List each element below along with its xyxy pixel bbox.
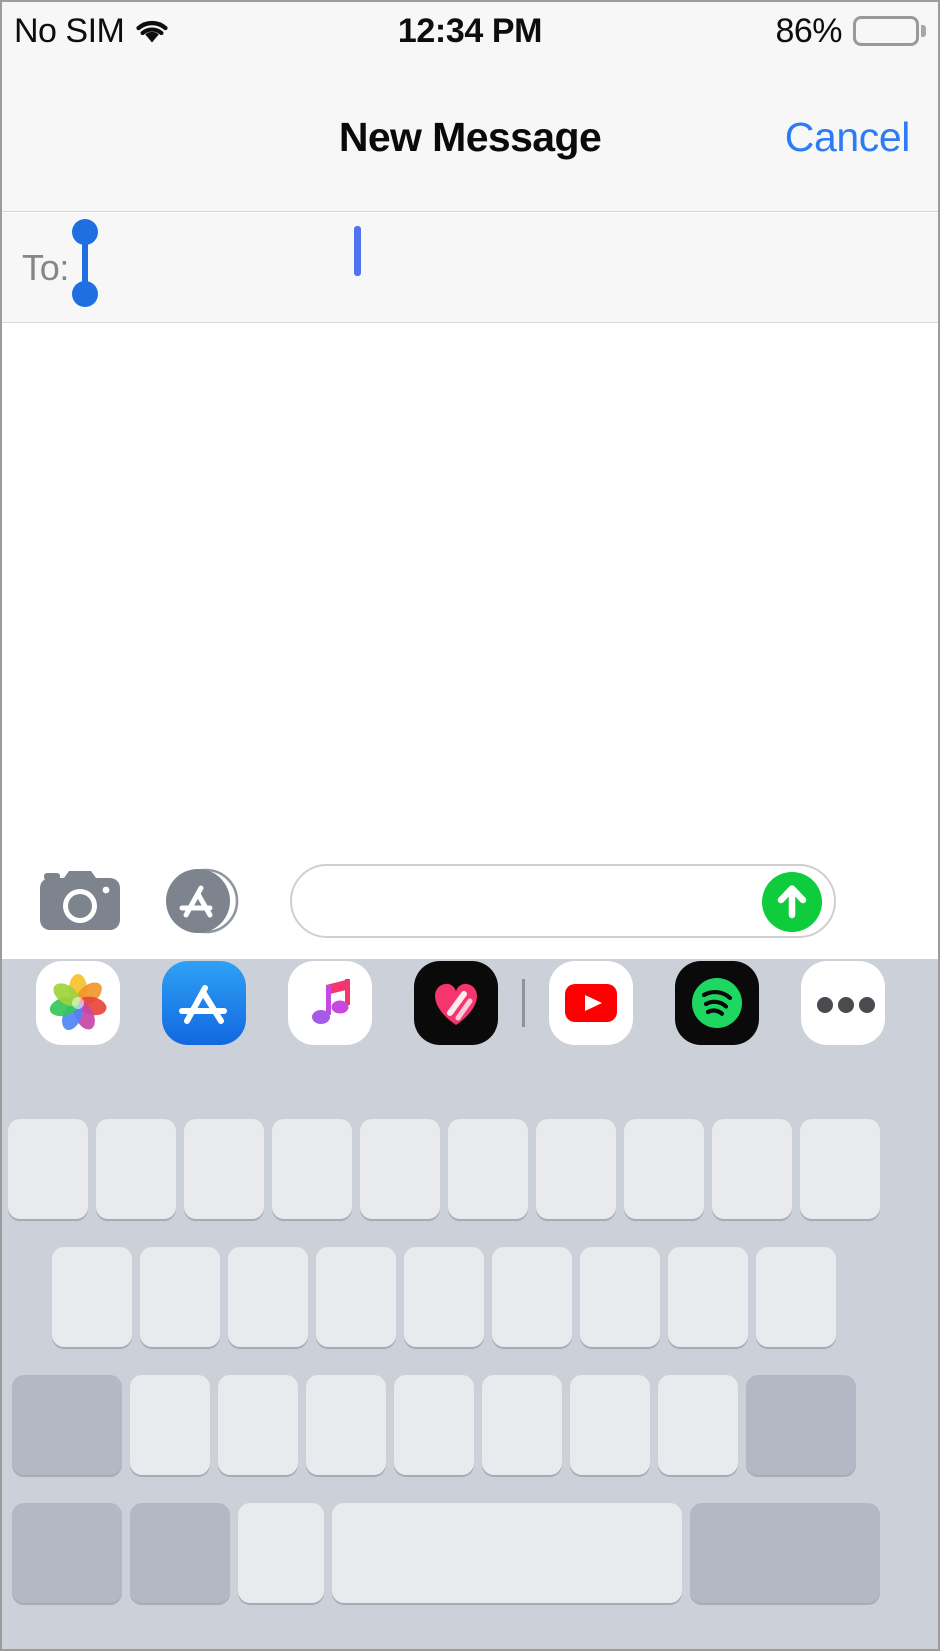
keyboard-key[interactable] [668,1247,748,1347]
return-key[interactable] [690,1503,880,1603]
keyboard-key[interactable] [228,1247,308,1347]
imessage-app-drawer[interactable] [0,959,940,1047]
ellipsis-icon [817,997,875,1013]
app-drawer-item-spotify[interactable] [675,961,759,1045]
keyboard-key[interactable] [624,1119,704,1219]
app-store-icon [179,985,227,1024]
status-bar: No SIM 12:34 PM 86% [0,0,940,62]
send-button[interactable] [762,872,822,932]
app-store-icon[interactable] [160,868,246,934]
keyboard-row-1 [0,1119,940,1219]
keyboard-key[interactable] [184,1119,264,1219]
battery-icon [853,16,926,46]
app-drawer-item-photos[interactable] [36,961,120,1045]
keyboard-key[interactable] [570,1375,650,1475]
text-selection-handle-icon[interactable] [72,219,98,307]
text-caret-icon [354,226,361,276]
battery-percent-label: 86% [775,12,842,50]
keyboard-key[interactable] [272,1119,352,1219]
status-bar-left: No SIM [14,0,170,62]
to-label: To: [22,247,70,288]
app-drawer-separator [522,979,525,1027]
keyboard-key[interactable] [8,1119,88,1219]
keyboard-row-3 [0,1375,940,1475]
wifi-icon [136,20,168,43]
recipient-field-row[interactable]: To: [0,213,940,509]
keyboard-key[interactable] [130,1375,210,1475]
send-arrow-up-icon [777,885,807,919]
space-key[interactable] [332,1503,682,1603]
keyboard-key[interactable] [306,1375,386,1475]
camera-icon[interactable] [36,868,124,934]
app-drawer-item-app-store[interactable] [162,961,246,1045]
clock-label: 12:34 PM [397,12,543,50]
cancel-button[interactable]: Cancel [785,62,911,212]
iphone-screen: No SIM 12:34 PM 86% New Message Cancel T… [0,0,940,1651]
keyboard-key[interactable] [482,1375,562,1475]
delete-key[interactable] [746,1375,856,1475]
app-drawer-item-more[interactable] [801,961,885,1045]
keyboard-key[interactable] [756,1247,836,1347]
dictation-key[interactable] [238,1503,324,1603]
music-note-icon [312,979,350,1024]
keyboard-key[interactable] [360,1119,440,1219]
globe-key[interactable] [130,1503,230,1603]
conversation-area [0,323,940,844]
keyboard-key[interactable] [492,1247,572,1347]
keyboard-row-4 [0,1503,940,1603]
keyboard-key[interactable] [658,1375,738,1475]
keyboard-key[interactable] [52,1247,132,1347]
keyboard-row-2 [0,1247,940,1347]
keyboard-key[interactable] [394,1375,474,1475]
message-input-toolbar [0,844,940,959]
keyboard-key[interactable] [448,1119,528,1219]
keyboard-key[interactable] [536,1119,616,1219]
app-drawer-item-youtube[interactable] [549,961,633,1045]
on-screen-keyboard[interactable] [0,1047,940,1651]
app-drawer-item-music[interactable] [288,961,372,1045]
keyboard-key[interactable] [96,1119,176,1219]
keyboard-key[interactable] [404,1247,484,1347]
keyboard-key[interactable] [316,1247,396,1347]
numeric-key[interactable] [12,1503,122,1603]
keyboard-key[interactable] [140,1247,220,1347]
keyboard-key[interactable] [580,1247,660,1347]
carrier-label: No SIM [14,12,125,50]
heart-icon [435,983,477,1025]
status-bar-right: 86% [775,0,926,62]
photos-icon [49,974,107,1030]
message-input[interactable] [290,864,836,938]
navigation-bar: New Message Cancel [0,62,940,212]
keyboard-key[interactable] [712,1119,792,1219]
app-drawer-item-digital-touch[interactable] [414,961,498,1045]
keyboard-key[interactable] [218,1375,298,1475]
youtube-play-icon [565,984,617,1022]
keyboard-key[interactable] [800,1119,880,1219]
spotify-icon [692,978,742,1028]
shift-key[interactable] [12,1375,122,1475]
